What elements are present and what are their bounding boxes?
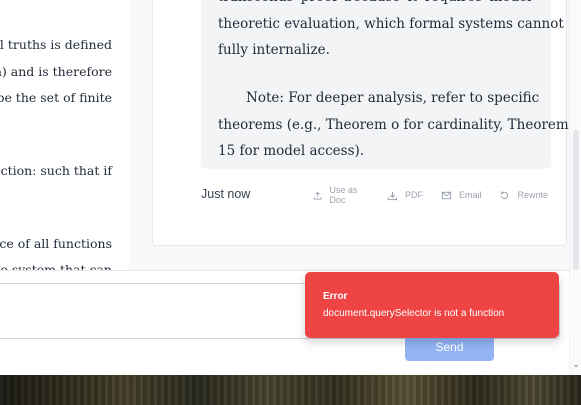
message-timestamp: Just now xyxy=(201,187,251,201)
document-text-line: le system that can xyxy=(0,262,112,270)
answer-paragraph: transcends proof because it requires mod… xyxy=(218,0,564,58)
document-text-line: be the set of finite xyxy=(0,90,112,105)
message-actions: Use as Doc PDF Email Rewrite xyxy=(313,185,566,205)
document-text-line: ace of all functions xyxy=(0,236,112,251)
rewrite-button[interactable]: Rewrite xyxy=(499,187,548,203)
mail-icon xyxy=(441,191,452,199)
answer-content: transcends proof because it requires mod… xyxy=(201,0,569,169)
document-text-line: n) and is therefore xyxy=(0,64,112,79)
answer-note-paragraph: Note: For deeper analysis, refer to spec… xyxy=(218,90,569,159)
scrollbar-thumb[interactable] xyxy=(573,130,579,270)
use-as-doc-button[interactable]: Use as Doc xyxy=(313,185,369,205)
rotate-icon xyxy=(501,190,509,199)
pdf-button[interactable]: PDF xyxy=(387,187,423,203)
document-text-line: ction: such that if xyxy=(0,163,112,178)
assistant-message-card: transcends proof because it requires mod… xyxy=(152,0,569,246)
email-button[interactable]: Email xyxy=(441,187,481,203)
chat-panel: transcends proof because it requires mod… xyxy=(129,0,569,270)
scroll-down-icon[interactable]: ⌄ xyxy=(571,359,581,370)
download-icon xyxy=(387,191,398,200)
error-title: Error xyxy=(323,291,348,302)
desktop-wallpaper-strip xyxy=(0,375,581,405)
document-pane: al truths is defined n) and is therefore… xyxy=(0,0,130,270)
error-message: document.querySelector is not a function xyxy=(323,308,505,319)
upload-icon xyxy=(313,191,322,199)
error-toast: Error document.querySelector is not a fu… xyxy=(305,272,559,338)
document-text-line: al truths is defined xyxy=(0,37,112,52)
vertical-scrollbar[interactable]: ⌄ xyxy=(569,0,581,375)
